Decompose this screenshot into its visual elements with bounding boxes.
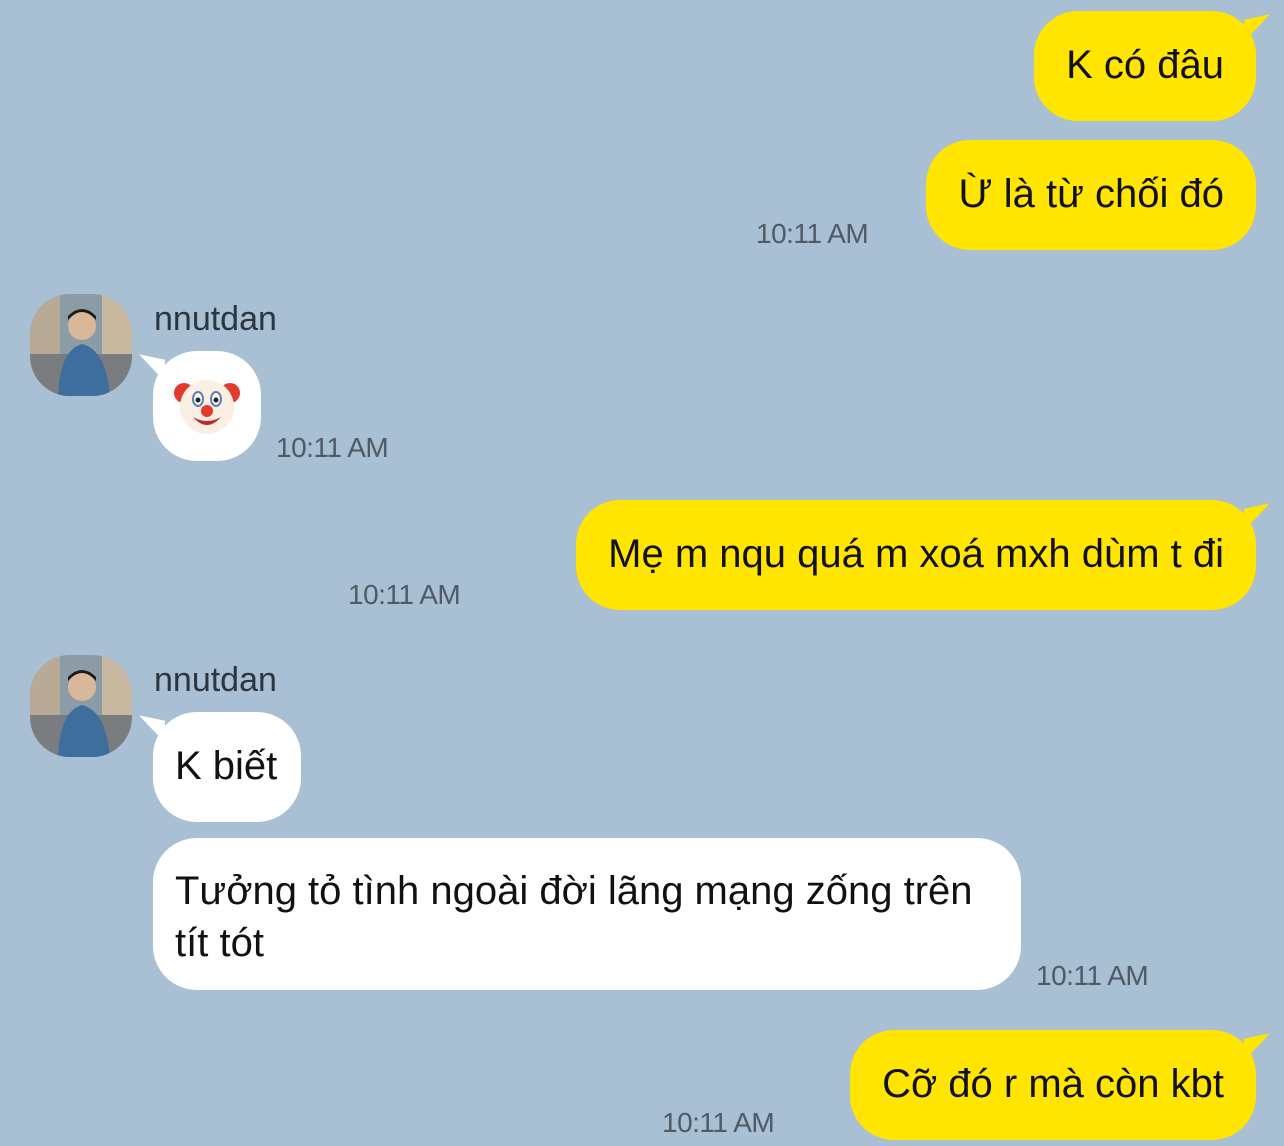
message-text: Cỡ đó r mà còn kbt bbox=[882, 1062, 1224, 1106]
message-timestamp: 10:11 AM bbox=[662, 1107, 775, 1138]
message-timestamp: 10:11 AM bbox=[1036, 960, 1149, 991]
profile-photo-avatar-icon bbox=[30, 294, 132, 396]
chat-thread[interactable]: K có đâu Ừ là từ chối đó 10:11 AM nnutda… bbox=[0, 0, 1284, 1146]
outgoing-message[interactable]: Cỡ đó r mà còn kbt bbox=[850, 1030, 1256, 1140]
message-timestamp: 10:11 AM bbox=[276, 432, 389, 463]
message-text: Ừ là từ chối đó bbox=[958, 172, 1224, 216]
incoming-message[interactable]: K biết bbox=[153, 712, 302, 822]
incoming-message[interactable] bbox=[153, 351, 261, 461]
message-text: Tưởng tỏ tình ngoài đời lãng mạng zống t… bbox=[175, 869, 973, 965]
outgoing-message[interactable]: Mẹ m nqu quá m xoá mxh dùm t đi bbox=[576, 500, 1256, 610]
incoming-message[interactable]: Tưởng tỏ tình ngoài đời lãng mạng zống t… bbox=[153, 838, 1021, 990]
outgoing-message[interactable]: Ừ là từ chối đó bbox=[926, 140, 1256, 250]
message-text: K có đâu bbox=[1066, 43, 1224, 87]
sender-name: nnutdan bbox=[154, 300, 277, 338]
message-timestamp: 10:11 AM bbox=[348, 579, 461, 610]
message-timestamp: 10:11 AM bbox=[756, 218, 869, 249]
sender-avatar[interactable] bbox=[30, 294, 132, 396]
sender-name: nnutdan bbox=[154, 661, 277, 699]
profile-photo-avatar-icon bbox=[30, 655, 132, 757]
message-text: Mẹ m nqu quá m xoá mxh dùm t đi bbox=[608, 532, 1224, 576]
sender-avatar[interactable] bbox=[30, 655, 132, 757]
message-text: K biết bbox=[175, 744, 278, 788]
outgoing-message[interactable]: K có đâu bbox=[1034, 11, 1256, 121]
clown-face-emoji-icon bbox=[174, 380, 240, 434]
